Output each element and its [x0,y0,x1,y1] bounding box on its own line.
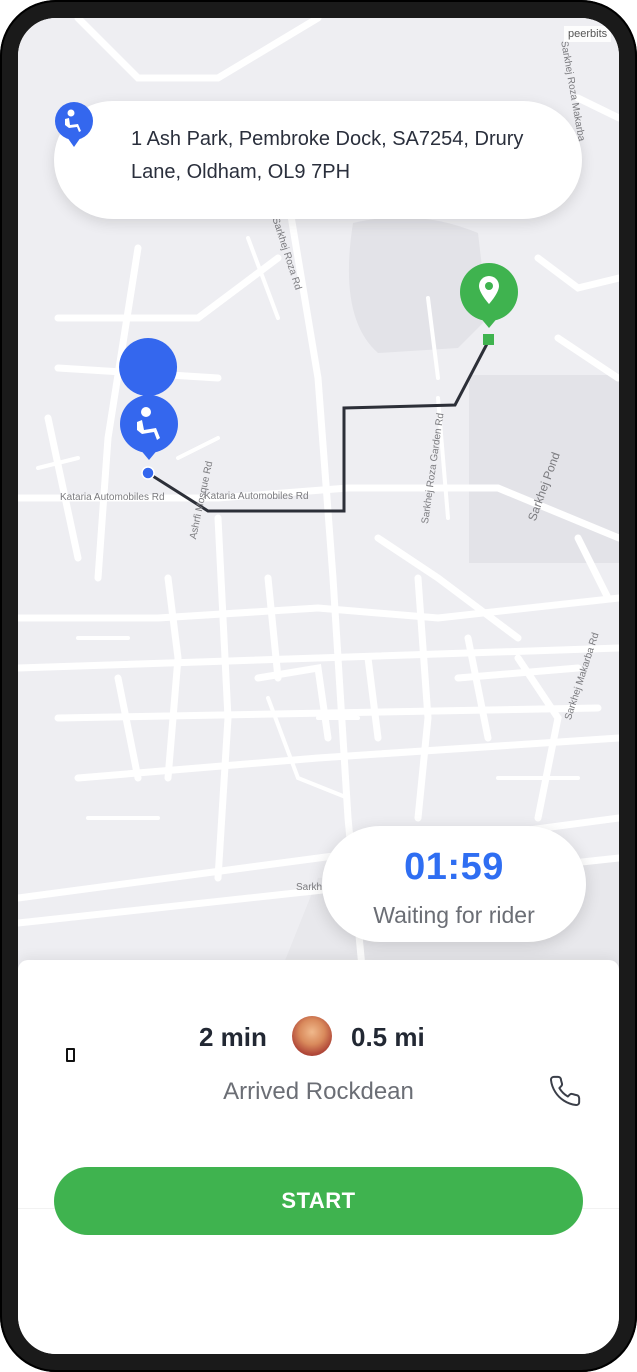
wait-timer-caption: Waiting for rider [373,902,535,928]
pickup-pin-icon[interactable] [119,338,178,460]
map-view[interactable]: Kataria Automobiles Rd Kataria Automobil… [18,18,619,978]
trip-summary: 2 min 0.5 mi [18,1016,619,1060]
route-end-marker [483,334,494,345]
rider-status: Arrived Rockdean [223,1078,414,1105]
pickup-address: 1 Ash Park, Pembroke Dock, SA7254, Drury… [131,128,524,183]
trip-distance: 0.5 mi [351,1022,425,1052]
map-attribution: peerbits [564,26,612,42]
road-label: Kataria Automobiles Rd [60,492,165,503]
phone-frame: Kataria Automobiles Rd Kataria Automobil… [0,0,637,1372]
rider-location-icon [55,102,93,147]
pickup-address-card[interactable]: 1 Ash Park, Pembroke Dock, SA7254, Drury… [54,101,582,219]
trip-eta: 2 min [199,1022,267,1052]
wait-timer: 01:59 [404,846,504,888]
route-start-dot [141,466,155,480]
road-label: Kataria Automobiles Rd [204,491,309,502]
phone-icon[interactable] [548,1074,582,1108]
start-trip-button[interactable]: START [54,1167,583,1235]
rider-avatar [292,1016,332,1056]
trip-bottom-sheet: 2 min 0.5 mi Arrived Rockdean START [18,960,619,1354]
wait-timer-card: 01:59 Waiting for rider [322,826,586,942]
